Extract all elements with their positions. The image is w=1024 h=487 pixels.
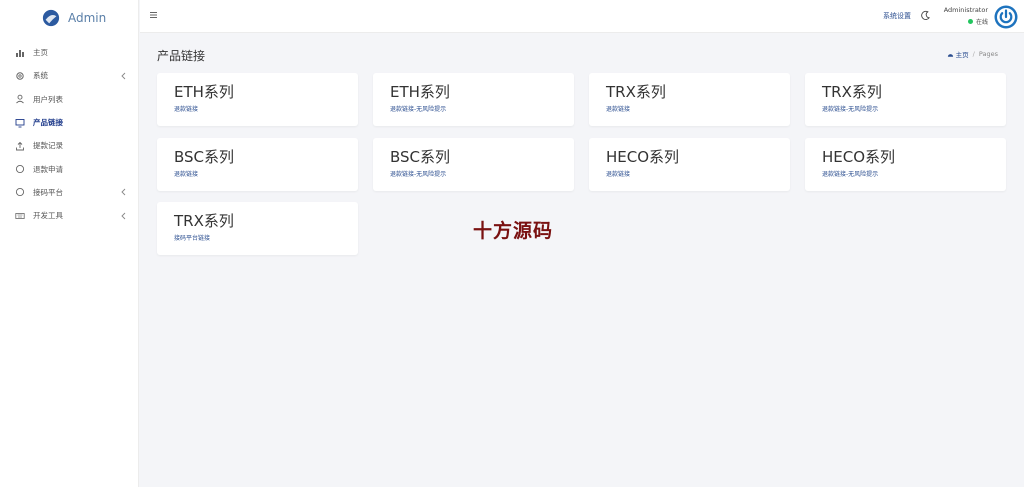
sidebar-item-users[interactable]: 用户列表 [0,88,138,111]
dashboard-icon [947,53,953,57]
brand[interactable]: Admin [0,0,138,36]
card-subtitle-link[interactable]: 退款链接-无风险提示 [390,104,446,113]
card-title: BSC系列 [390,148,451,166]
product-card-eth-safe[interactable]: ETH系列 退款链接-无风险提示 [373,73,574,126]
hamburger-icon[interactable] [149,10,159,20]
sidebar-item-refunds[interactable]: 退款申请 [0,157,138,180]
sidebar-item-code-platform[interactable]: 接码平台 [0,181,138,204]
card-subtitle-link[interactable]: 退款链接-无风险提示 [390,169,446,178]
page-title: 产品链接 [157,49,206,63]
gear-icon [15,71,25,81]
user-status: 在线 [967,17,988,26]
breadcrumb-current: Pages [978,50,998,58]
keyboard-icon [15,211,25,221]
chevron-left-icon [121,212,126,220]
sidebar-item-product-links[interactable]: 产品链接 [0,111,138,134]
chevron-left-icon [121,72,126,80]
monitor-icon [15,118,25,128]
sidebar-item-label: 系统 [33,71,48,81]
chevron-left-icon [121,189,126,196]
card-title: TRX系列 [822,83,882,101]
sidebar-item-home[interactable]: 主页 [0,41,138,64]
card-title: BSC系列 [174,148,235,166]
circle-icon [15,164,25,174]
moon-icon[interactable] [920,10,931,21]
breadcrumb: 主页 / Pages [947,49,998,59]
sidebar-item-label: 用户列表 [33,94,63,104]
product-card-trx-safe[interactable]: TRX系列 退款链接-无风险提示 [805,73,1006,126]
sidebar-item-system[interactable]: 系统 [0,64,138,87]
card-subtitle-link[interactable]: 退款链接 [174,169,198,178]
power-icon[interactable] [994,5,1018,29]
product-card-bsc[interactable]: BSC系列 退款链接 [157,138,358,191]
sidebar: Admin 主页 系统 用户列表 产品链接 提款记录 退款申请 接码平台 开发工… [0,0,139,487]
product-card-heco-safe[interactable]: HECO系列 退款链接-无风险提示 [805,138,1006,191]
system-settings-link[interactable]: 系统设置 [883,11,911,21]
product-card-trx-code[interactable]: TRX系列 接码平台链接 [157,202,358,255]
card-title: TRX系列 [606,83,666,101]
brand-logo-icon [42,9,60,27]
upload-icon [15,141,25,151]
card-title: HECO系列 [822,148,896,166]
card-title: HECO系列 [606,148,680,166]
card-subtitle-link[interactable]: 退款链接-无风险提示 [822,104,878,113]
card-title: ETH系列 [390,83,450,101]
user-icon [15,94,25,104]
sidebar-item-label: 开发工具 [33,211,63,221]
user-status-label: 在线 [975,19,988,26]
card-subtitle-link[interactable]: 退款链接 [606,169,630,178]
breadcrumb-home[interactable]: 主页 [956,49,969,59]
card-subtitle-link[interactable]: 退款链接 [174,104,198,113]
user-name[interactable]: Administrator [944,6,988,14]
sidebar-item-dev-tools[interactable]: 开发工具 [0,204,138,227]
topbar: 系统设置 Administrator 在线 [140,0,1024,33]
product-card-heco[interactable]: HECO系列 退款链接 [589,138,790,191]
card-subtitle-link[interactable]: 退款链接-无风险提示 [822,169,878,178]
bar-chart-icon [15,48,25,58]
sidebar-menu: 主页 系统 用户列表 产品链接 提款记录 退款申请 接码平台 开发工具 [0,41,138,227]
breadcrumb-separator: / [972,50,975,58]
sidebar-item-label: 主页 [33,48,48,58]
sidebar-item-label: 接码平台 [33,187,63,197]
circle-icon [15,187,25,197]
sidebar-item-label: 退款申请 [33,164,63,174]
product-card-eth[interactable]: ETH系列 退款链接 [157,73,358,126]
card-title: TRX系列 [174,212,234,230]
card-title: ETH系列 [174,83,234,101]
sidebar-item-label: 提款记录 [33,141,63,151]
status-dot-icon [967,19,973,24]
product-card-bsc-safe[interactable]: BSC系列 退款链接-无风险提示 [373,138,574,191]
sidebar-item-withdrawals[interactable]: 提款记录 [0,134,138,157]
sidebar-item-label: 产品链接 [33,118,63,128]
card-subtitle-link[interactable]: 退款链接 [606,104,630,113]
brand-name: Admin [68,11,107,25]
watermark-text: 十方源码 [473,220,554,242]
product-card-trx[interactable]: TRX系列 退款链接 [589,73,790,126]
card-subtitle-link[interactable]: 接码平台链接 [174,233,210,242]
